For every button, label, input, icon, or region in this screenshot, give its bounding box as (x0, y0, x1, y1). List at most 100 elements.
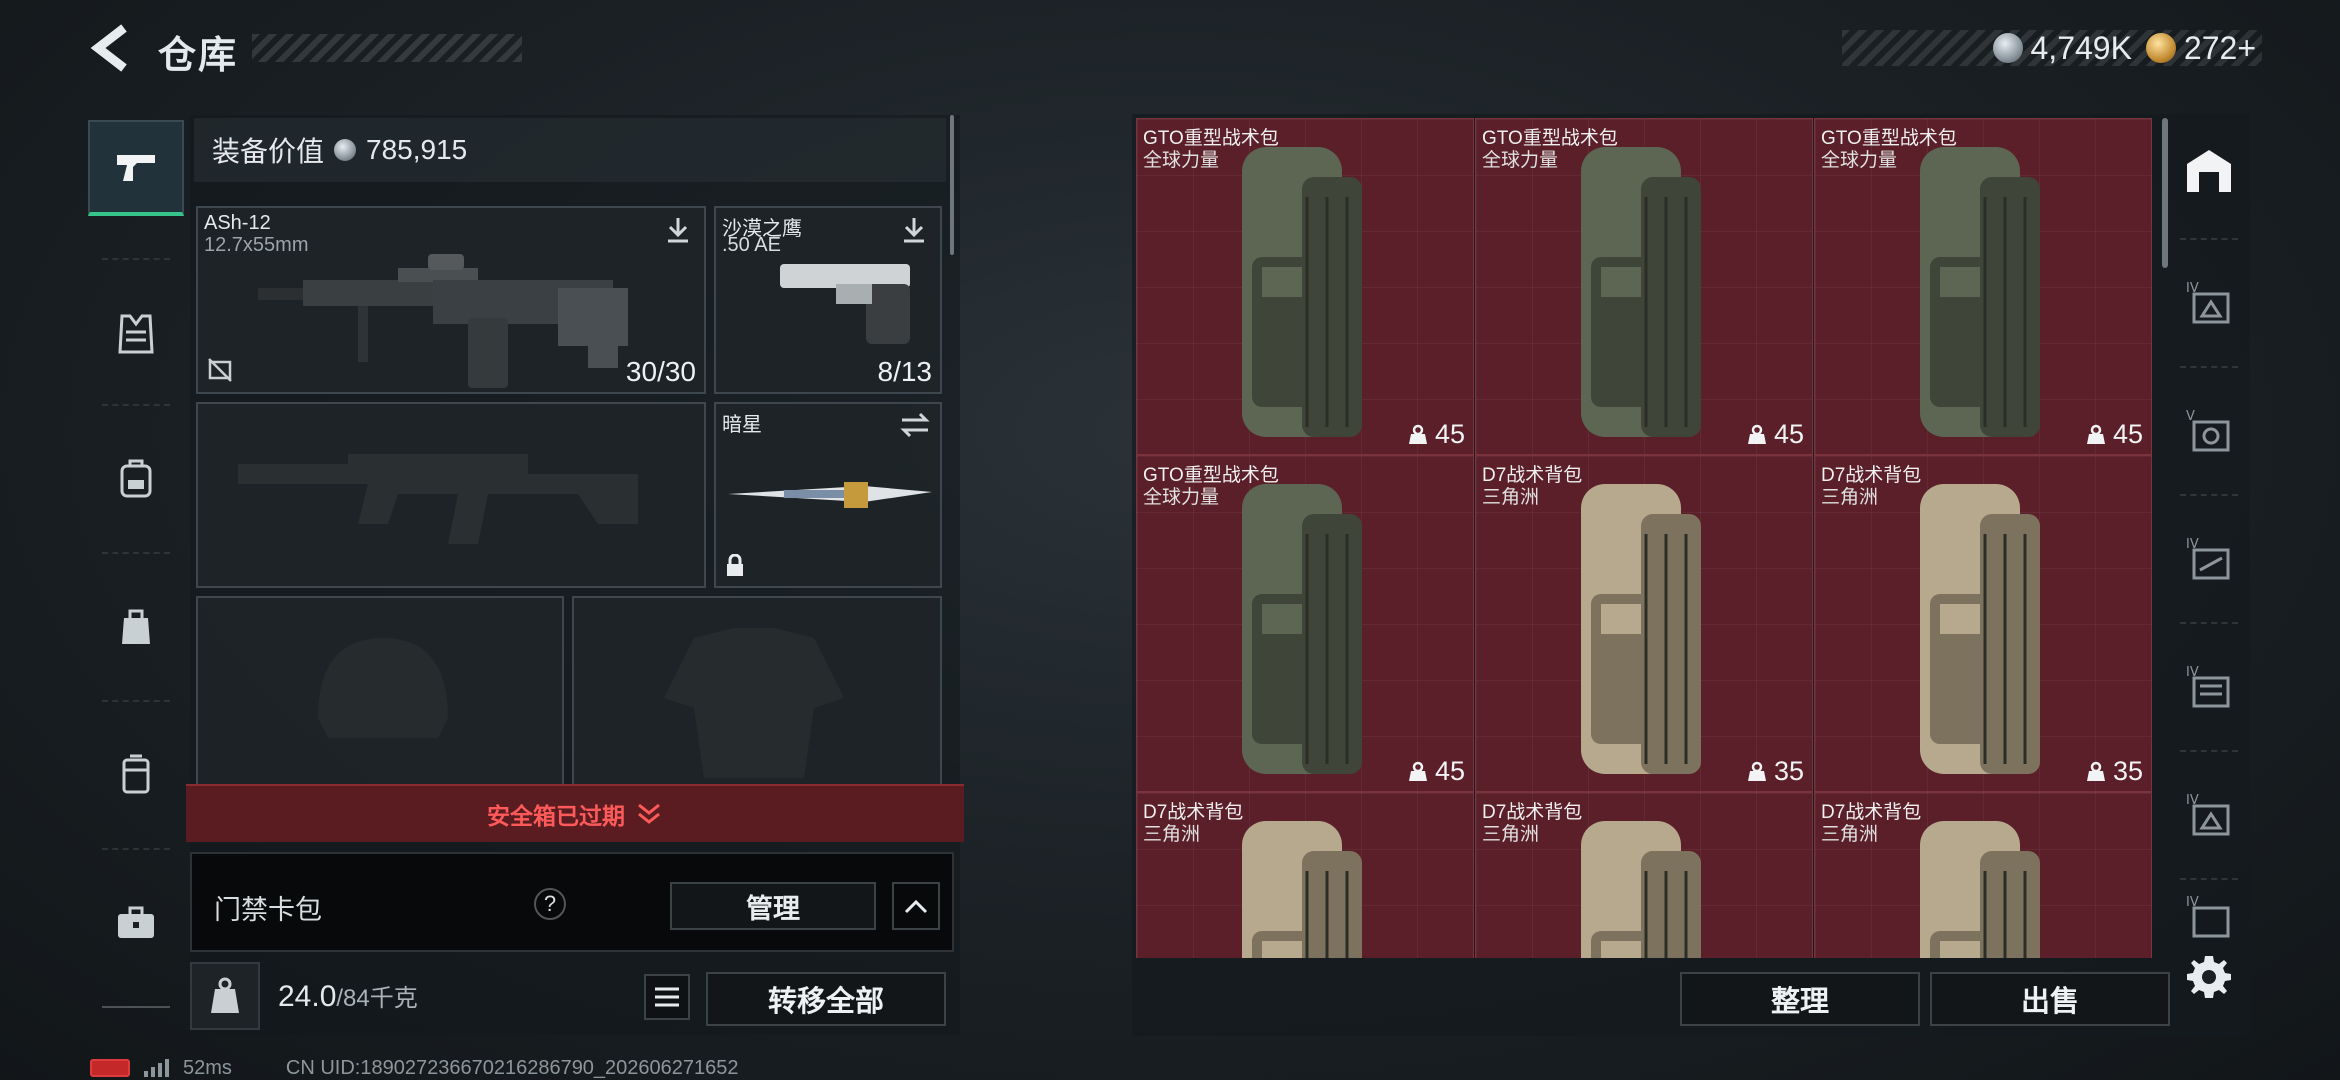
list-view-button[interactable] (644, 974, 690, 1020)
backpack-icon (1242, 484, 1362, 774)
pouch-icon (122, 609, 150, 644)
capacity-icon (1747, 424, 1766, 444)
pistol-icon (780, 264, 910, 344)
ping-text: 52ms (183, 1056, 232, 1079)
collapse-button[interactable] (892, 882, 940, 930)
equipment-value-bar: 装备价值 785,915 (194, 118, 946, 182)
primary-weapon-ammo: 30/30 (625, 356, 696, 387)
double-chevron-down-icon (638, 803, 660, 824)
currency-silver[interactable]: 4,749K (1992, 29, 2132, 67)
inventory-item[interactable]: GTO重型战术包 全球力量 45 (1136, 118, 1474, 455)
body-armor-slot[interactable] (572, 596, 942, 786)
inventory-item[interactable]: GTO重型战术包 全球力量 45 (1814, 118, 2152, 455)
silver-coin-icon (334, 139, 357, 161)
backpack-icon (1242, 147, 1362, 437)
storage-tab-4c[interactable]: IV (2170, 636, 2248, 736)
capacity-icon (1747, 761, 1766, 781)
weight-button[interactable] (190, 962, 260, 1030)
melee-name: 暗星 (722, 414, 762, 436)
melee-slot[interactable]: 暗星 (714, 402, 942, 588)
item-capacity: 45 (1407, 756, 1465, 787)
inventory-item[interactable]: D7战术背包 三角洲 (1136, 792, 1474, 958)
item-capacity: 35 (1746, 756, 1804, 787)
swap-icon[interactable] (898, 410, 932, 440)
sell-button[interactable]: 出售 (1930, 972, 2170, 1026)
storage-tab-4e[interactable]: IV (2170, 892, 2248, 940)
currency-silver-value: 4,749K (2030, 29, 2132, 66)
secondary-weapon-ammo: 8/13 (877, 356, 933, 387)
backpack-icon (1242, 821, 1362, 958)
gear-icon[interactable] (2184, 952, 2234, 1002)
inventory-item[interactable]: D7战术背包 三角洲 35 (1814, 455, 2152, 792)
capacity-icon (2086, 761, 2105, 781)
storage-tab-5[interactable]: V (2170, 380, 2248, 480)
currency-gold-value: 272+ (2183, 29, 2256, 66)
back-arrow-icon[interactable] (88, 22, 138, 74)
weight-bar: 24.0/84千克 转移全部 (190, 960, 960, 1032)
secondary-weapon-slot[interactable]: 沙漠之鹰 .50 AE 8/13 (714, 206, 942, 394)
help-icon[interactable]: ? (534, 888, 566, 920)
keycard-label: 门禁卡包 (214, 895, 322, 925)
item-tag: 全球力量 (1821, 150, 1898, 171)
empty-weapon-slot[interactable] (196, 402, 706, 588)
nav-container[interactable] (88, 726, 184, 822)
silver-coin-icon (1992, 33, 2023, 63)
inventory-item[interactable]: D7战术背包 三角洲 (1814, 792, 2152, 958)
backpack-icon (1920, 484, 2040, 774)
nav-armor[interactable] (88, 286, 184, 382)
equipment-value-label: 装备价值 (212, 136, 325, 167)
nav-chest-rig[interactable] (88, 578, 184, 674)
weight-icon (211, 977, 239, 1013)
storage-box-icon: IV (2186, 793, 2230, 836)
gold-coin-icon (2145, 33, 2176, 63)
item-capacity-value: 45 (1434, 756, 1465, 786)
helmet-slot[interactable] (196, 596, 564, 786)
primary-weapon-slot[interactable]: ASh-12 12.7x55mm 30/30 (196, 206, 706, 394)
manage-button[interactable]: 管理 (670, 882, 876, 930)
item-capacity-value: 45 (1773, 419, 1804, 449)
nav-toolbox[interactable] (88, 874, 184, 970)
backpack-icon (1581, 821, 1701, 958)
storage-tab-4a[interactable]: IV (2170, 252, 2248, 352)
capacity-icon (1408, 761, 1427, 781)
item-tag: 三角洲 (1821, 824, 1879, 845)
safebox-expired-bar[interactable]: 安全箱已过期 (186, 784, 964, 842)
item-tag: 三角洲 (1143, 824, 1201, 845)
currency-gold[interactable]: 272+ (2145, 29, 2256, 67)
inventory-item[interactable]: D7战术背包 三角洲 (1475, 792, 1813, 958)
item-capacity: 45 (1746, 419, 1804, 450)
backpack-icon (1581, 484, 1701, 774)
storage-nav: IV V IV IV IV IV (2170, 120, 2248, 940)
nav-weapons[interactable] (88, 120, 184, 216)
chevron-up-icon (904, 899, 928, 914)
lock-icon (727, 554, 743, 576)
inventory-item[interactable]: D7战术背包 三角洲 35 (1475, 455, 1813, 792)
sort-button[interactable]: 整理 (1680, 972, 1920, 1026)
armor-silhouette-icon (664, 628, 844, 778)
inventory-scrollbar[interactable] (2162, 118, 2168, 268)
inventory-item[interactable]: GTO重型战术包 全球力量 45 (1136, 455, 1474, 792)
download-icon[interactable] (898, 214, 930, 246)
item-tag: 全球力量 (1143, 487, 1220, 508)
item-capacity-value: 45 (2112, 419, 2143, 449)
item-capacity-value: 35 (2112, 756, 2143, 786)
item-tag: 全球力量 (1143, 150, 1220, 171)
page-title: 仓库 (158, 35, 239, 77)
weight-text: 24.0/84千克 (278, 978, 418, 1014)
item-tag: 三角洲 (1821, 487, 1879, 508)
secondary-weapon-caliber: .50 AE (722, 234, 781, 256)
transfer-all-button[interactable]: 转移全部 (706, 972, 946, 1026)
storage-tab-4d[interactable]: IV (2170, 764, 2248, 864)
knife-icon (728, 482, 932, 508)
storage-box-icon: IV (2186, 895, 2230, 938)
item-capacity: 35 (2085, 756, 2143, 787)
battery-icon (90, 1059, 130, 1077)
nav-backpack[interactable] (88, 430, 184, 526)
storage-tab-4b[interactable]: IV (2170, 508, 2248, 608)
weight-max: /84千克 (336, 985, 418, 1012)
inventory-item[interactable]: GTO重型战术包 全球力量 45 (1475, 118, 1813, 455)
equipment-scrollbar[interactable] (950, 115, 954, 255)
no-attachment-icon (208, 358, 232, 382)
storage-tab-all[interactable] (2170, 120, 2248, 220)
item-capacity-value: 35 (1773, 756, 1804, 786)
